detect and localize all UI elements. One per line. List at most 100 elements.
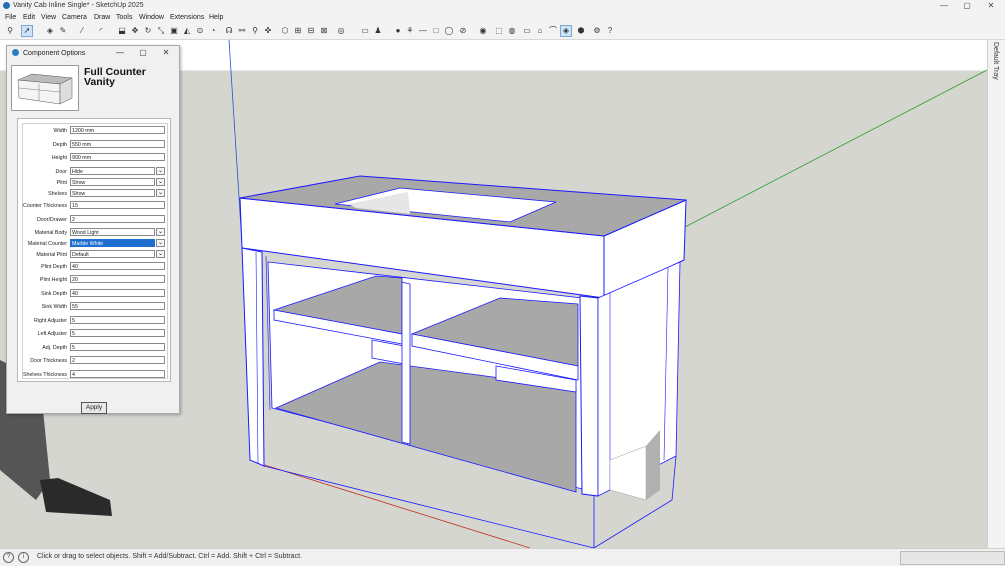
component-name: Full Counter Vanity <box>84 66 146 88</box>
front-view-icon[interactable]: ⊟ <box>306 26 316 36</box>
option-label-counter-thickness: Counter Thickness <box>23 203 68 209</box>
tape-icon[interactable]: ⊙ <box>195 26 205 36</box>
move-icon[interactable]: ✥ <box>130 26 140 36</box>
menu-tools[interactable]: Tools <box>116 14 132 21</box>
layers-icon[interactable]: ◎ <box>336 26 346 36</box>
default-tray[interactable]: Default Tray <box>987 40 1005 548</box>
pencil-icon[interactable]: ✎ <box>58 26 68 36</box>
option-input-plint-height[interactable]: 20 <box>70 275 165 283</box>
option-select-material-counter[interactable]: Marble White <box>70 239 155 247</box>
xray-icon[interactable]: ⊘ <box>458 26 468 36</box>
styles-icon[interactable]: ▭ <box>360 26 370 36</box>
extension-icon[interactable]: ◉ <box>478 26 488 36</box>
chevron-down-icon[interactable]: ⌄ <box>156 250 165 258</box>
eraser-icon[interactable]: ◈ <box>45 26 55 36</box>
menu-draw[interactable]: Draw <box>94 14 110 21</box>
option-row-width: Width 1200 mm <box>23 126 167 136</box>
option-row-left-adjuster: Left Adjuster 5 <box>23 329 167 339</box>
minimize-button[interactable]: — <box>933 0 955 12</box>
section-icon[interactable]: — <box>418 26 428 36</box>
info-icon[interactable]: i <box>18 552 29 563</box>
option-input-height[interactable]: 900 mm <box>70 153 165 161</box>
fog-icon[interactable]: ⌂ <box>535 26 545 36</box>
line-icon[interactable]: ⁄ <box>77 26 87 36</box>
rotate-icon[interactable]: ↻ <box>143 26 153 36</box>
default-tray-label[interactable]: Default Tray <box>992 42 999 80</box>
scale-icon[interactable]: ⤡ <box>156 26 166 36</box>
chevron-down-icon[interactable]: ⌄ <box>156 189 165 197</box>
option-input-left-adjuster[interactable]: 5 <box>70 329 165 337</box>
chevron-down-icon[interactable]: ⌄ <box>156 167 165 175</box>
help-icon[interactable]: ? <box>3 552 14 563</box>
hidden-icon[interactable]: ◯ <box>444 26 454 36</box>
zoom-icon[interactable]: ⚲ <box>5 26 15 36</box>
dialog-close-button[interactable]: ✕ <box>157 47 175 59</box>
dialog-titlebar[interactable]: Component Options — ▢ ✕ <box>7 46 179 60</box>
menu-camera[interactable]: Camera <box>62 14 87 21</box>
menu-help[interactable]: Help <box>209 14 223 21</box>
dialog-minimize-button[interactable]: — <box>111 47 129 59</box>
option-select-door[interactable]: Hide <box>70 167 155 175</box>
mono-icon[interactable]: ⌒ <box>548 26 558 36</box>
option-label-plint: Plint <box>56 180 67 186</box>
outliner-icon[interactable]: □ <box>431 26 441 36</box>
window-title: Vanity Cab Inline Single* - SketchUp 202… <box>13 2 144 9</box>
protractor-icon[interactable]: ◔ <box>208 26 218 36</box>
push-pull-icon[interactable]: ⬓ <box>117 26 127 36</box>
iso-view-icon[interactable]: ⬡ <box>280 26 290 36</box>
option-input-counter-thickness[interactable]: 15 <box>70 201 165 209</box>
option-input-adj-depth[interactable]: 5 <box>70 343 165 351</box>
option-select-material-body[interactable]: Wood Light <box>70 228 155 236</box>
component-icon[interactable]: ♟ <box>373 26 383 36</box>
zoom-extents-icon[interactable]: ✜ <box>263 26 273 36</box>
textured-icon[interactable]: ▭ <box>522 26 532 36</box>
red-axis <box>254 461 531 548</box>
settings-icon[interactable]: ⚙ <box>592 26 602 36</box>
wireframe-icon[interactable]: ⬚ <box>494 26 504 36</box>
shadow-icon[interactable]: ⚘ <box>405 26 415 36</box>
option-input-width[interactable]: 1200 mm <box>70 126 165 134</box>
maximize-button[interactable]: ▢ <box>956 0 978 12</box>
text-icon[interactable]: ☊ <box>224 26 234 36</box>
top-view-icon[interactable]: ⊞ <box>293 26 303 36</box>
help-icon[interactable]: ? <box>605 26 615 36</box>
option-input-right-adjuster[interactable]: 5 <box>70 316 165 324</box>
option-select-material-plint[interactable]: Default <box>70 250 155 258</box>
component-options-icon[interactable]: ◈ <box>560 25 572 37</box>
shaded-icon[interactable]: ◍ <box>507 26 517 36</box>
menu-view[interactable]: View <box>41 14 56 21</box>
menu-edit[interactable]: Edit <box>23 14 35 21</box>
arc-icon[interactable]: ◜ <box>96 26 106 36</box>
orbit-icon[interactable]: ⚲ <box>250 26 260 36</box>
option-input-depth[interactable]: 550 mm <box>70 140 165 148</box>
dialog-maximize-button[interactable]: ▢ <box>134 47 152 59</box>
option-input-sink-depth[interactable]: 40 <box>70 289 165 297</box>
option-select-plint[interactable]: Show <box>70 178 155 186</box>
option-input-sink-width[interactable]: 55 <box>70 302 165 310</box>
chevron-down-icon[interactable]: ⌄ <box>156 178 165 186</box>
menu-window[interactable]: Window <box>139 14 164 21</box>
option-input-plint-depth[interactable]: 40 <box>70 262 165 270</box>
paint-icon[interactable]: ● <box>393 26 403 36</box>
options-list: Width 1200 mm Depth 550 mm Height 900 mm Door H… <box>22 123 168 379</box>
dynamic-icon[interactable]: ⬢ <box>576 26 586 36</box>
dialog-title: Component Options <box>23 50 86 57</box>
option-input-shelves-thickness[interactable]: 4 <box>70 370 165 378</box>
follow-me-icon[interactable]: ◭ <box>182 26 192 36</box>
dimension-icon[interactable]: ⚯ <box>237 26 247 36</box>
offset-icon[interactable]: ▣ <box>169 26 179 36</box>
option-input-door-drawer[interactable]: 2 <box>70 215 165 223</box>
chevron-down-icon[interactable]: ⌄ <box>156 239 165 247</box>
option-select-shelves[interactable]: Show <box>70 189 155 197</box>
close-button[interactable]: ✕ <box>980 0 1002 12</box>
status-message: Click or drag to select objects. Shift =… <box>37 553 302 560</box>
main-toolbar: ⚲ ➚ ◈ ✎ ⁄ ◜ ⬓ ✥ ↻ ⤡ ▣ ◭ ⊙ ◔ ☊ ⚯ ⚲ ✜ ⬡ ⊞ … <box>0 23 1005 40</box>
chevron-down-icon[interactable]: ⌄ <box>156 228 165 236</box>
apply-button[interactable]: Apply <box>81 402 107 414</box>
menu-extensions[interactable]: Extensions <box>170 14 204 21</box>
select-icon[interactable]: ➚ <box>21 25 33 37</box>
menu-file[interactable]: File <box>5 14 16 21</box>
right-view-icon[interactable]: ⊠ <box>319 26 329 36</box>
measurements-box[interactable] <box>900 551 1005 565</box>
option-input-door-thickness[interactable]: 2 <box>70 356 165 364</box>
